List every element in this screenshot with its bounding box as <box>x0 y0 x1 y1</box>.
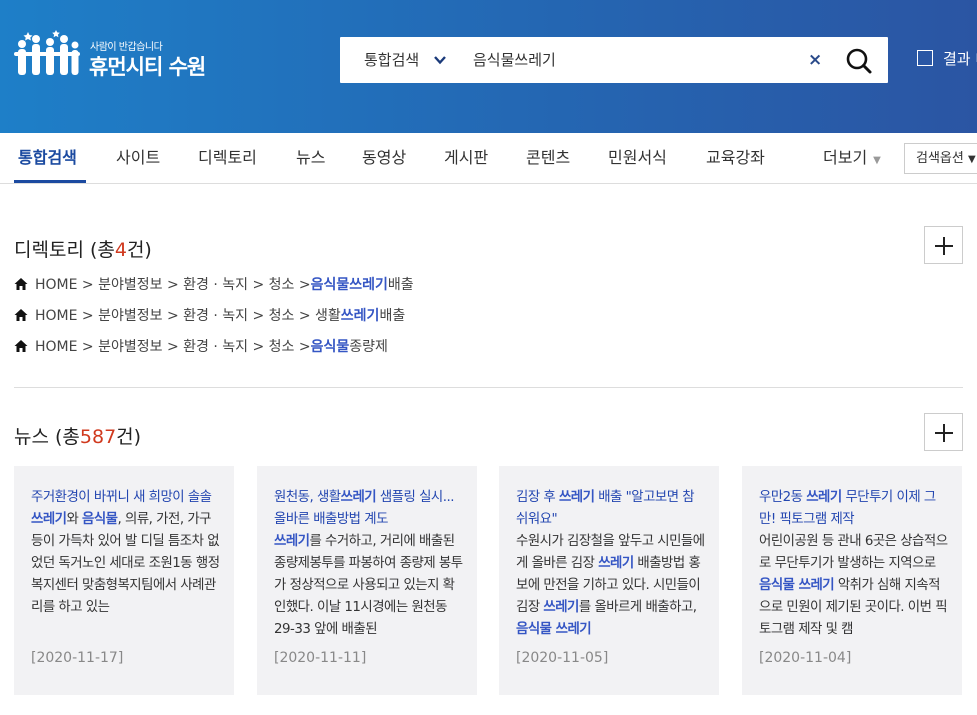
logo-title: 휴먼시티 수원 <box>89 55 206 79</box>
news-card-date: [2020-11-04] <box>759 650 852 666</box>
directory-rest: 종량제 <box>349 339 388 355</box>
news-title-prefix: 뉴스 (총 <box>14 426 80 448</box>
tab-education[interactable]: 교육강좌 <box>706 133 765 184</box>
search-scope-select[interactable]: 통합검색 <box>364 37 419 83</box>
directory-rest: 배출 <box>387 277 414 293</box>
news-section-title: 뉴스 (총587건) <box>14 422 141 449</box>
search-icon[interactable] <box>844 46 874 76</box>
search-within-checkbox[interactable] <box>917 50 933 66</box>
news-card-title[interactable]: 주거환경이 바뀌니 새 희망이 솔솔 <box>31 490 212 505</box>
news-card-content: 김장 후 쓰레기 배출 "알고보면 참 쉬워요" 수원시가 김장철을 앞두고 시… <box>516 487 706 641</box>
search-box: 통합검색 × <box>340 37 888 83</box>
tab-news[interactable]: 뉴스 <box>296 133 325 184</box>
directory-rest: 배출 <box>379 308 406 324</box>
news-card-date: [2020-11-05] <box>516 650 609 666</box>
tab-more-label: 더보기 <box>823 148 868 167</box>
tab-directory[interactable]: 디렉토리 <box>198 133 257 184</box>
home-icon <box>14 340 28 352</box>
tab-forms[interactable]: 민원서식 <box>608 133 667 184</box>
news-card-content: 주거환경이 바뀌니 새 희망이 솔솔 쓰레기와 음식물, 의류, 가전, 가구 … <box>31 487 221 641</box>
tab-contents[interactable]: 콘텐츠 <box>526 133 570 184</box>
tab-all[interactable]: 통합검색 <box>18 133 77 184</box>
news-more-button[interactable] <box>924 413 963 451</box>
tab-site[interactable]: 사이트 <box>116 133 160 184</box>
news-card-body: 어린이공원 등 관내 6곳은 상습적으로 무단투기가 발생하는 지역으로 음식물… <box>759 534 948 637</box>
search-within-label: 결과 내 <box>943 50 977 68</box>
news-card-date: [2020-11-11] <box>274 650 367 666</box>
tab-video[interactable]: 동영상 <box>362 133 406 184</box>
search-options-label: 검색옵션 <box>916 151 964 166</box>
chevron-down-icon[interactable] <box>433 53 447 67</box>
directory-section-title: 디렉토리 (총4건) <box>14 235 152 262</box>
news-card-body: 쓰레기를 수거하고, 거리에 배출된 종량제봉투를 파봉하여 종량제 봉투가 정… <box>274 534 463 637</box>
directory-title-suffix: 건) <box>126 239 152 261</box>
search-input[interactable] <box>473 37 793 83</box>
logo[interactable]: 사람이 반갑습니다 휴먼시티 수원 <box>14 30 214 86</box>
directory-highlight: 음식물쓰레기 <box>310 277 388 293</box>
news-card-content: 우만2동 쓰레기 무단투기 이제 그만! 픽토그램 제작 어린이공원 등 관내 … <box>759 487 949 641</box>
directory-row[interactable]: HOME > 분야별정보 > 환경 · 녹지 > 청소 > 음식물 종량제 <box>14 336 388 356</box>
search-tabs: 통합검색 사이트 디렉토리 뉴스 동영상 게시판 콘텐츠 민원서식 교육강좌 더… <box>0 133 977 184</box>
directory-row[interactable]: HOME > 분야별정보 > 환경 · 녹지 > 청소 > 음식물쓰레기 배출 <box>14 274 414 294</box>
news-card-title[interactable]: 김장 후 쓰레기 배출 "알고보면 참 쉬워요" <box>516 490 695 527</box>
header-bar: 사람이 반갑습니다 휴먼시티 수원 통합검색 × 결과 내 <box>0 0 977 133</box>
news-card[interactable]: 원천동, 생활쓰레기 샘플링 실시...올바른 배출방법 계도 쓰레기를 수거하… <box>257 466 477 695</box>
home-icon <box>14 309 28 321</box>
news-card-title[interactable]: 원천동, 생활쓰레기 샘플링 실시...올바른 배출방법 계도 <box>274 490 454 527</box>
directory-title-prefix: 디렉토리 (총 <box>14 239 115 261</box>
clear-search-icon[interactable]: × <box>808 50 822 70</box>
logo-people-icon <box>14 30 80 75</box>
active-tab-indicator <box>14 180 86 183</box>
news-count: 587 <box>79 426 117 448</box>
directory-highlight: 음식물 <box>310 339 350 355</box>
home-icon <box>14 278 28 290</box>
news-card-date: [2020-11-17] <box>31 650 124 666</box>
tab-board[interactable]: 게시판 <box>444 133 488 184</box>
directory-more-button[interactable] <box>924 226 963 264</box>
news-card[interactable]: 김장 후 쓰레기 배출 "알고보면 참 쉬워요" 수원시가 김장철을 앞두고 시… <box>499 466 719 695</box>
directory-row[interactable]: HOME > 분야별정보 > 환경 · 녹지 > 청소 > 생활 쓰레기 배출 <box>14 305 405 325</box>
tab-more[interactable]: 더보기 ▼ <box>823 133 881 184</box>
news-card[interactable]: 주거환경이 바뀌니 새 희망이 솔솔 쓰레기와 음식물, 의류, 가전, 가구 … <box>14 466 234 695</box>
search-options-button[interactable]: 검색옵션 ▼ <box>904 143 977 174</box>
directory-count: 4 <box>114 239 127 261</box>
triangle-down-icon: ▼ <box>873 155 881 166</box>
news-card-content: 원천동, 생활쓰레기 샘플링 실시...올바른 배출방법 계도 쓰레기를 수거하… <box>274 487 464 641</box>
section-divider <box>14 387 963 388</box>
directory-path: HOME > 분야별정보 > 환경 · 녹지 > 청소 > 생활 <box>35 308 341 324</box>
news-card-body: 쓰레기와 음식물, 의류, 가전, 가구 등이 가득차 있어 발 디딜 틈조차 … <box>31 512 220 615</box>
directory-path: HOME > 분야별정보 > 환경 · 녹지 > 청소 > <box>35 339 311 355</box>
news-title-suffix: 건) <box>116 426 142 448</box>
directory-highlight: 쓰레기 <box>340 308 380 324</box>
news-card-title[interactable]: 우만2동 쓰레기 무단투기 이제 그만! 픽토그램 제작 <box>759 490 936 527</box>
directory-path: HOME > 분야별정보 > 환경 · 녹지 > 청소 > <box>35 277 311 293</box>
news-card[interactable]: 우만2동 쓰레기 무단투기 이제 그만! 픽토그램 제작 어린이공원 등 관내 … <box>742 466 962 695</box>
triangle-down-icon: ▼ <box>967 154 976 165</box>
news-card-body: 수원시가 김장철을 앞두고 시민들에게 올바른 김장 쓰레기 배출방법 홍보에 … <box>516 534 705 637</box>
